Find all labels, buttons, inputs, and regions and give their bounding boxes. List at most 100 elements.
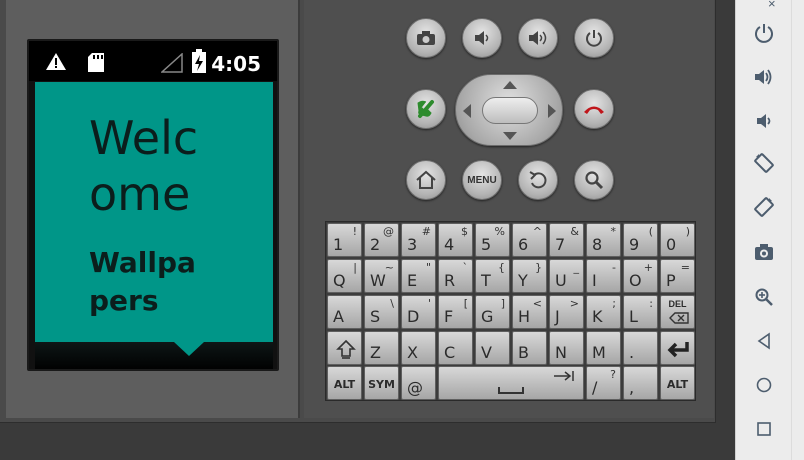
close-icon[interactable]: × [768,0,776,11]
menu-button[interactable]: MENU [462,160,502,200]
key-r[interactable]: R ` [438,259,473,293]
toolbar-home-button[interactable] [748,370,780,400]
key-m[interactable]: M [586,331,621,365]
home-button[interactable] [406,160,446,200]
key-n[interactable]: N [549,331,584,365]
wallpapers-label[interactable]: Wallpapers [89,244,209,336]
key-p[interactable]: P = [660,259,695,293]
key-j[interactable]: J > [549,295,584,329]
key-sym[interactable]: SYM [364,366,399,400]
status-time: 4:05 [211,52,261,76]
toolbar-overview-button[interactable] [748,414,780,444]
key-label: B [518,343,529,362]
back-button[interactable] [518,160,558,200]
key-alt-label: $ [461,225,468,238]
key-9[interactable]: 9( [623,223,658,257]
key-shift[interactable] [327,331,362,365]
dpad-right-arrow[interactable] [548,104,556,118]
window-edge [791,0,804,460]
search-button[interactable] [574,160,614,200]
key-slash[interactable]: /? [586,366,621,400]
key-label: / [592,378,598,397]
key-label: , [629,378,635,397]
volume-down-button[interactable] [462,18,502,58]
key-alt-right[interactable]: ALT [660,366,695,400]
key-e[interactable]: E " [401,259,436,293]
key-2[interactable]: 2 @ [364,223,399,257]
volume-down-icon [757,114,771,128]
enter-icon [667,342,689,358]
key-g[interactable]: G] [475,295,510,329]
device-screen[interactable]: 4:05 Welcome Wallpapers [27,39,279,371]
key-label: Q [333,271,346,290]
key-q[interactable]: Q | [327,259,362,293]
toolbar-zoom-button[interactable] [748,282,780,312]
key-u[interactable]: U _ [549,259,584,293]
key-space[interactable] [438,366,584,400]
key-alt-label: - [612,261,616,274]
key-o[interactable]: O + [623,259,658,293]
key-label: 8 [592,235,603,254]
key-alt-label: | [353,261,357,274]
key-3[interactable]: 3 # [401,223,436,257]
end-call-button[interactable] [574,89,614,129]
toolbar-volume-down-button[interactable] [748,106,780,136]
toolbar-power-button[interactable] [748,18,780,48]
toolbar-screenshot-button[interactable] [748,237,780,267]
key-x[interactable]: X [401,331,436,365]
dpad-down-arrow[interactable] [503,132,517,140]
dpad-up-arrow[interactable] [503,81,517,89]
key-b[interactable]: B [512,331,547,365]
dpad-center-button[interactable] [482,97,538,124]
welcome-card[interactable]: Welcome Wallpapers [35,82,273,342]
hardware-keyboard: 1! 2 @3 #4 $5% 6 ^ 7 & 8 * 9(0) Q | W ~ E " R ` T{Y} U _ I - O + P =… [325,221,696,401]
key-w[interactable]: W ~ [364,259,399,293]
toolbar-rotate-right-button[interactable] [748,192,780,222]
key-alt-label: ? [610,368,616,381]
camera-button[interactable] [406,18,446,58]
key-label: SYM [368,378,395,391]
toolbar-rotate-left-button[interactable] [748,148,780,178]
key-label: A [333,307,344,326]
key-0[interactable]: 0) [660,223,695,257]
volume-up-button[interactable] [518,18,558,58]
key-i[interactable]: I- [586,259,621,293]
power-button[interactable] [574,18,614,58]
key-6[interactable]: 6 ^ [512,223,547,257]
power-icon [755,24,773,43]
key-comma[interactable]: , [623,366,658,400]
phone-call-icon [417,100,434,118]
key-4[interactable]: 4 $ [438,223,473,257]
key-d[interactable]: D ' [401,295,436,329]
key-8[interactable]: 8 * [586,223,621,257]
key-t[interactable]: T{ [475,259,510,293]
key-f[interactable]: F[ [438,295,473,329]
key-.[interactable]: . [623,331,658,365]
key-label: C [444,343,456,362]
key-at[interactable]: @ [401,366,436,400]
key-c[interactable]: C [438,331,473,365]
key-z[interactable]: Z [364,331,399,365]
key-y[interactable]: Y} [512,259,547,293]
key-s[interactable]: S \ [364,295,399,329]
toolbar-back-button[interactable] [748,326,780,356]
key-label: S [370,307,381,326]
key-1[interactable]: 1! [327,223,362,257]
call-button[interactable] [406,89,446,129]
key-label: Z [370,343,381,362]
key-del[interactable]: DEL [660,295,695,329]
dpad[interactable] [455,74,563,146]
dpad-left-arrow[interactable] [463,104,471,118]
key-v[interactable]: V [475,331,510,365]
key-l[interactable]: L: [623,295,658,329]
key-a[interactable]: A [327,295,362,329]
toolbar-volume-up-button[interactable] [748,62,780,92]
key-h[interactable]: H < [512,295,547,329]
key-5[interactable]: 5% [475,223,510,257]
key-alt-label: ' [427,297,431,310]
nav-bar [35,342,273,369]
key-k[interactable]: K; [586,295,621,329]
key-alt-left[interactable]: ALT [327,366,362,400]
key-enter[interactable] [660,331,695,365]
key-7[interactable]: 7 & [549,223,584,257]
